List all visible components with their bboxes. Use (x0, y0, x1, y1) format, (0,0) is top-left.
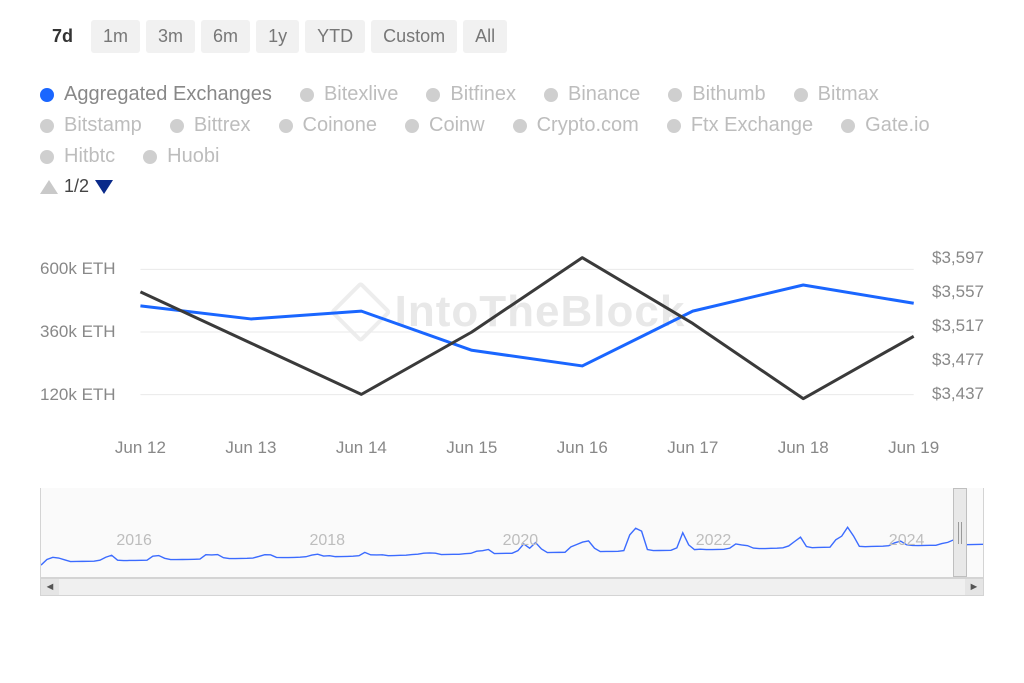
legend-label: Bitstamp (64, 114, 142, 137)
legend-label: Huobi (167, 145, 219, 168)
time-range-tabs: 7d1m3m6m1yYTDCustomAll (40, 20, 984, 53)
legend-label: Hitbtc (64, 145, 115, 168)
y-left-tick: 120k ETH (40, 385, 116, 405)
range-tab-ytd[interactable]: YTD (305, 20, 365, 53)
legend-label: Aggregated Exchanges (64, 83, 272, 106)
legend-label: Crypto.com (537, 114, 639, 137)
pager-prev-icon[interactable] (40, 180, 58, 194)
legend-item-coinone[interactable]: Coinone (279, 114, 378, 137)
legend-dot-icon (40, 119, 54, 133)
legend-item-aggregated-exchanges[interactable]: Aggregated Exchanges (40, 83, 272, 106)
legend-label: Gate.io (865, 114, 929, 137)
x-tick: Jun 14 (336, 438, 387, 458)
legend-item-hitbtc[interactable]: Hitbtc (40, 145, 115, 168)
y-right-tick: $3,597 (932, 248, 984, 268)
legend-pager: 1/2 (40, 176, 984, 197)
exchange-legend: Aggregated Exchanges Bitexlive Bitfinex Bin… (40, 83, 984, 197)
legend-item-bitexlive[interactable]: Bitexlive (300, 83, 398, 106)
legend-dot-icon (300, 88, 314, 102)
range-tab-1y[interactable]: 1y (256, 20, 299, 53)
range-tab-3m[interactable]: 3m (146, 20, 195, 53)
legend-dot-icon (170, 119, 184, 133)
x-tick: Jun 18 (778, 438, 829, 458)
navigator-year: 2024 (889, 532, 925, 550)
legend-item-bithumb[interactable]: Bithumb (668, 83, 765, 106)
range-tab-6m[interactable]: 6m (201, 20, 250, 53)
legend-dot-icon (279, 119, 293, 133)
legend-item-crypto-com[interactable]: Crypto.com (513, 114, 639, 137)
range-tab-all[interactable]: All (463, 20, 507, 53)
x-tick: Jun 15 (446, 438, 497, 458)
scroll-right-icon[interactable]: ► (965, 579, 983, 595)
legend-label: Bitfinex (450, 83, 516, 106)
navigator-year: 2022 (696, 532, 732, 550)
legend-label: Ftx Exchange (691, 114, 813, 137)
legend-dot-icon (40, 88, 54, 102)
legend-item-coinw[interactable]: Coinw (405, 114, 485, 137)
legend-label: Bitexlive (324, 83, 398, 106)
y-right-tick: $3,517 (932, 316, 984, 336)
y-right-tick: $3,557 (932, 282, 984, 302)
legend-item-binance[interactable]: Binance (544, 83, 640, 106)
x-tick: Jun 19 (888, 438, 939, 458)
legend-label: Bithumb (692, 83, 765, 106)
navigator-year: 2018 (309, 532, 345, 550)
legend-dot-icon (40, 150, 54, 164)
legend-dot-icon (405, 119, 419, 133)
legend-dot-icon (513, 119, 527, 133)
range-tab-7d[interactable]: 7d (40, 20, 85, 53)
y-left-tick: 360k ETH (40, 322, 116, 342)
navigator-year: 2016 (116, 532, 152, 550)
legend-item-bitstamp[interactable]: Bitstamp (40, 114, 142, 137)
range-tab-1m[interactable]: 1m (91, 20, 140, 53)
legend-label: Coinone (303, 114, 378, 137)
pager-position: 1/2 (64, 176, 89, 197)
scroll-left-icon[interactable]: ◄ (41, 579, 59, 595)
x-tick: Jun 17 (667, 438, 718, 458)
x-tick: Jun 13 (225, 438, 276, 458)
legend-dot-icon (668, 88, 682, 102)
x-tick: Jun 16 (557, 438, 608, 458)
navigator-year: 2020 (503, 532, 539, 550)
legend-item-bitmax[interactable]: Bitmax (794, 83, 879, 106)
legend-item-bitfinex[interactable]: Bitfinex (426, 83, 516, 106)
range-tab-custom[interactable]: Custom (371, 20, 457, 53)
legend-dot-icon (426, 88, 440, 102)
legend-label: Binance (568, 83, 640, 106)
y-right-tick: $3,477 (932, 350, 984, 370)
legend-label: Coinw (429, 114, 485, 137)
legend-dot-icon (794, 88, 808, 102)
y-right-tick: $3,437 (932, 384, 984, 404)
navigator-handle[interactable] (953, 488, 967, 577)
navigator-chart[interactable]: 2016 2018 2020 2022 2024 (40, 488, 984, 578)
legend-item-bittrex[interactable]: Bittrex (170, 114, 251, 137)
legend-dot-icon (544, 88, 558, 102)
legend-item-gate-io[interactable]: Gate.io (841, 114, 929, 137)
x-axis: Jun 12 Jun 13 Jun 14 Jun 15 Jun 16 Jun 17 Jun … (40, 438, 984, 464)
legend-item-huobi[interactable]: Huobi (143, 145, 219, 168)
legend-label: Bittrex (194, 114, 251, 137)
legend-item-ftx-exchange[interactable]: Ftx Exchange (667, 114, 813, 137)
main-chart[interactable]: IntoTheBlock 120k ETH360k ETH600k ETH $3… (40, 232, 984, 432)
legend-dot-icon (143, 150, 157, 164)
pager-next-icon[interactable] (95, 180, 113, 194)
legend-label: Bitmax (818, 83, 879, 106)
navigator-scrollbar[interactable]: ◄ ► (40, 578, 984, 596)
x-tick: Jun 12 (115, 438, 166, 458)
legend-dot-icon (841, 119, 855, 133)
y-left-tick: 600k ETH (40, 259, 116, 279)
legend-dot-icon (667, 119, 681, 133)
